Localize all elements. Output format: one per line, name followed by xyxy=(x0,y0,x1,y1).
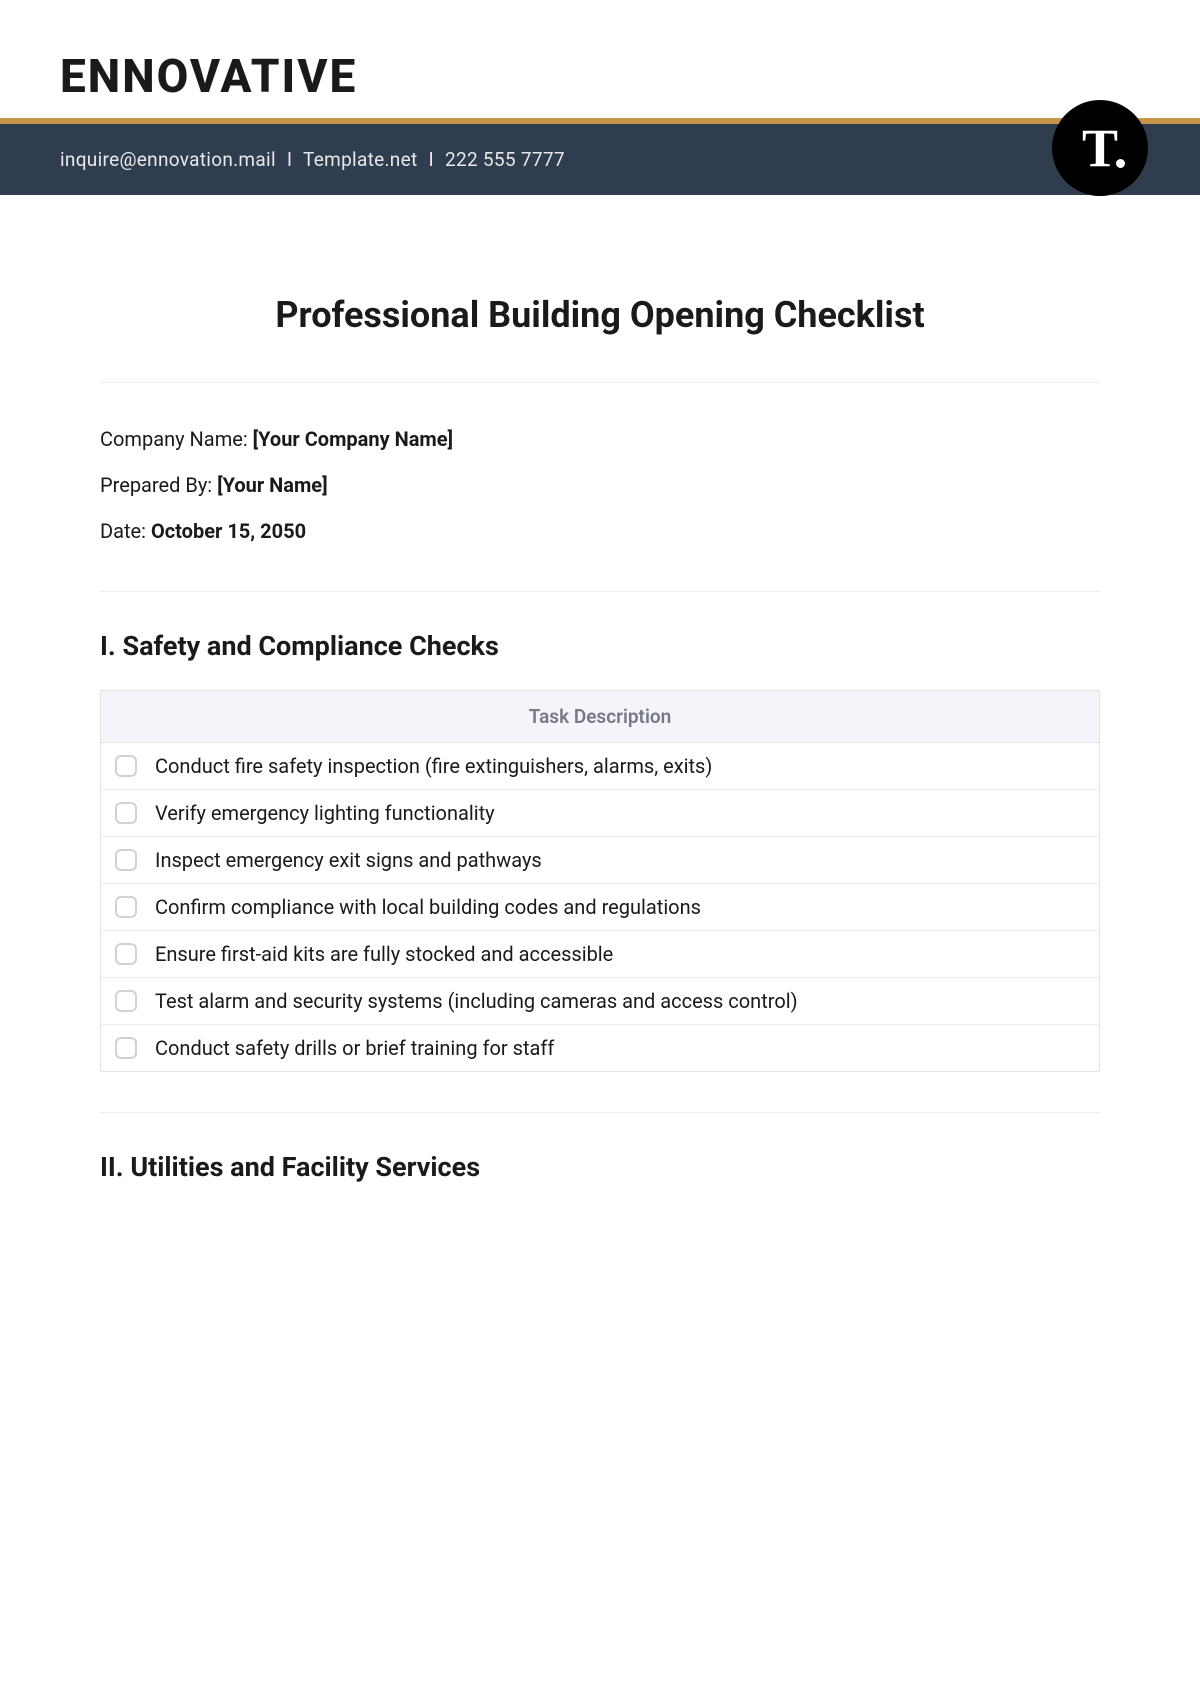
task-text: Conduct fire safety inspection (fire ext… xyxy=(155,754,712,778)
divider xyxy=(100,382,1100,383)
contact-site: Template.net xyxy=(303,148,417,171)
meta-block: Company Name: [Your Company Name] Prepar… xyxy=(100,419,1100,551)
task-text: Conduct safety drills or brief training … xyxy=(155,1036,554,1060)
section-2-heading: II. Utilities and Facility Services xyxy=(100,1151,1100,1183)
separator: I xyxy=(287,148,292,171)
task-text: Verify emergency lighting functionality xyxy=(155,801,495,825)
contact-email: inquire@ennovation.mail xyxy=(60,148,276,171)
task-row: Ensure first-aid kits are fully stocked … xyxy=(101,931,1099,978)
task-row: Conduct fire safety inspection (fire ext… xyxy=(101,743,1099,790)
checkbox[interactable] xyxy=(115,1037,137,1059)
task-row: Test alarm and security systems (includi… xyxy=(101,978,1099,1025)
task-row: Inspect emergency exit signs and pathway… xyxy=(101,837,1099,884)
meta-prepared: Prepared By: [Your Name] xyxy=(100,465,1100,505)
meta-company-label: Company Name: xyxy=(100,427,253,451)
section-1-heading: I. Safety and Compliance Checks xyxy=(100,630,1100,662)
logo-area: ENNOVATIVE xyxy=(60,50,1140,104)
checkbox[interactable] xyxy=(115,802,137,824)
divider xyxy=(100,591,1100,592)
contact-phone: 222 555 7777 xyxy=(445,148,565,171)
divider xyxy=(100,1112,1100,1113)
document-title: Professional Building Opening Checklist xyxy=(100,294,1100,336)
task-text: Inspect emergency exit signs and pathway… xyxy=(155,848,542,872)
badge-letter: T xyxy=(1082,117,1118,179)
header-band: inquire@ennovation.mail I Template.net I… xyxy=(0,118,1200,195)
meta-prepared-value: [Your Name] xyxy=(217,473,328,497)
task-text: Ensure first-aid kits are fully stocked … xyxy=(155,942,613,966)
checkbox[interactable] xyxy=(115,896,137,918)
task-row: Conduct safety drills or brief training … xyxy=(101,1025,1099,1071)
contact-bar: inquire@ennovation.mail I Template.net I… xyxy=(0,124,1200,195)
brand-badge: T xyxy=(1052,100,1148,196)
meta-date: Date: October 15, 2050 xyxy=(100,511,1100,551)
task-table: Task Description Conduct fire safety ins… xyxy=(100,690,1100,1072)
meta-company-value: [Your Company Name] xyxy=(253,427,453,451)
task-row: Confirm compliance with local building c… xyxy=(101,884,1099,931)
checkbox[interactable] xyxy=(115,990,137,1012)
meta-company: Company Name: [Your Company Name] xyxy=(100,419,1100,459)
checkbox[interactable] xyxy=(115,943,137,965)
meta-date-label: Date: xyxy=(100,519,151,543)
badge-dot-icon xyxy=(1116,159,1125,168)
meta-date-value: October 15, 2050 xyxy=(151,519,306,543)
task-text: Test alarm and security systems (includi… xyxy=(155,989,798,1013)
meta-prepared-label: Prepared By: xyxy=(100,473,217,497)
company-logo-text: ENNOVATIVE xyxy=(60,50,1140,104)
checkbox[interactable] xyxy=(115,755,137,777)
task-row: Verify emergency lighting functionality xyxy=(101,790,1099,837)
task-text: Confirm compliance with local building c… xyxy=(155,895,701,919)
task-table-header: Task Description xyxy=(101,691,1099,743)
checkbox[interactable] xyxy=(115,849,137,871)
separator: I xyxy=(429,148,434,171)
